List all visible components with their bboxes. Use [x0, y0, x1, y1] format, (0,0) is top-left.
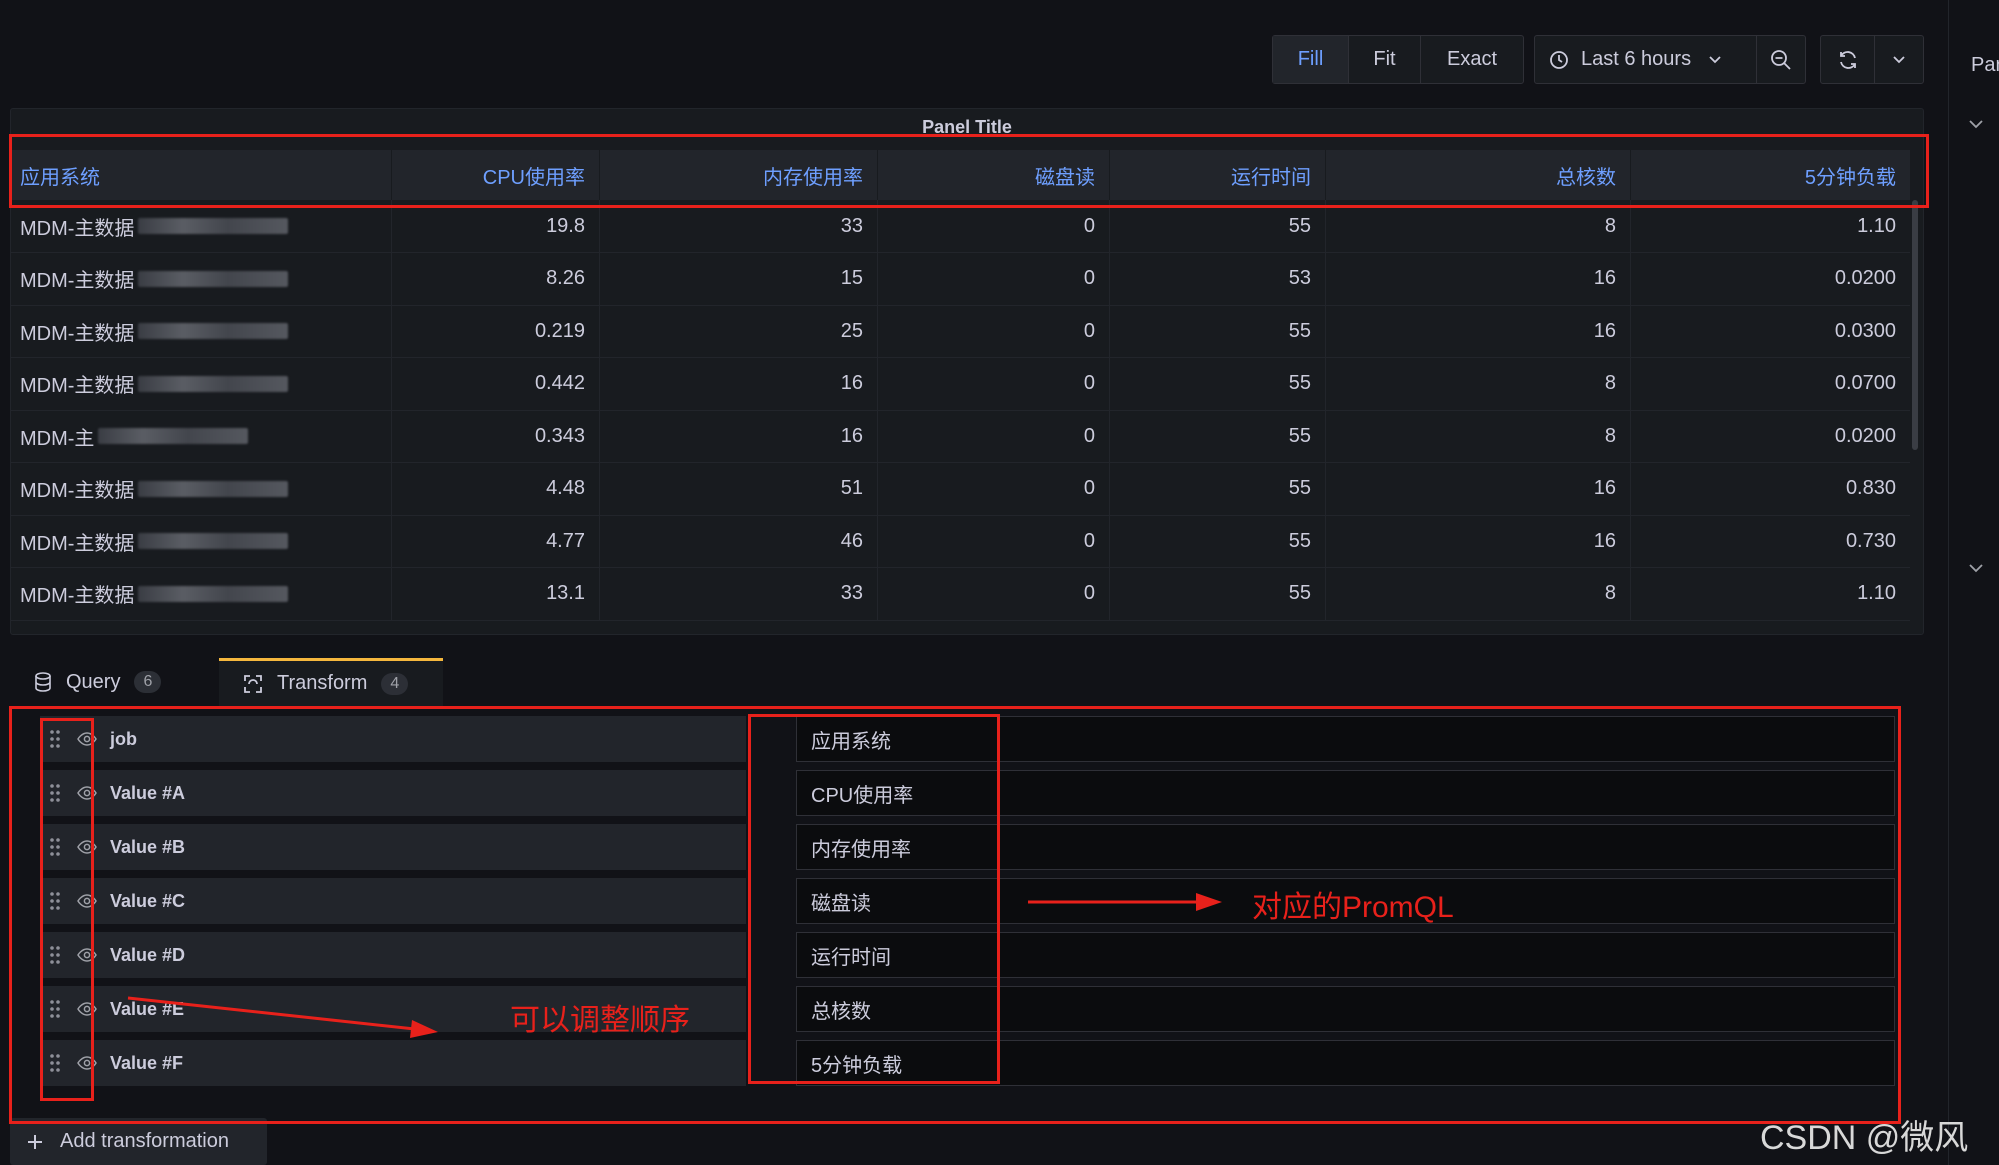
annotation-arrowhead-reorder	[410, 1020, 438, 1038]
annotation-promql-note: 对应的PromQL	[1252, 891, 1454, 924]
watermark: CSDN @微风	[1760, 1119, 1969, 1157]
annotation-arrow-reorder	[127, 996, 425, 1032]
annotation-arrows	[127, 893, 1222, 1038]
annotation-arrowhead-promql	[1196, 893, 1222, 911]
annotation-reorder-note: 可以调整顺序	[510, 1004, 690, 1037]
